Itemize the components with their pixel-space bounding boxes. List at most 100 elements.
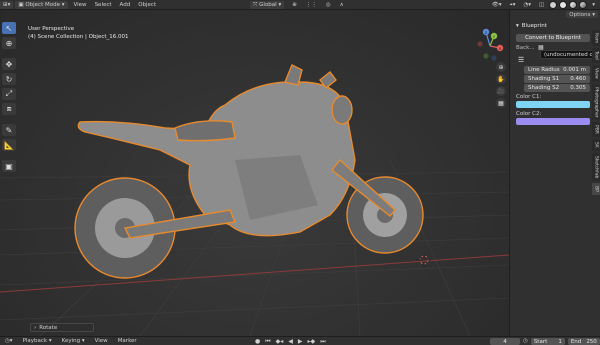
field-label: Shading S1 xyxy=(528,76,560,82)
motorcycle-model xyxy=(74,64,424,279)
pivot-icon[interactable]: ⊕ xyxy=(289,1,300,9)
viewport-header: ⊞▾ ▣ Object Mode ▾ View Select Add Objec… xyxy=(0,0,600,10)
move-icon[interactable]: ✥ xyxy=(2,58,16,70)
transform-icon[interactable]: ⧈ xyxy=(2,103,16,115)
orientation-label: Global xyxy=(259,2,277,8)
blueprint-panel-header[interactable]: ▾ Blueprint xyxy=(516,23,547,29)
menu-view[interactable]: View xyxy=(90,338,113,344)
3d-cursor xyxy=(417,253,431,267)
color-c1-swatch[interactable] xyxy=(516,101,590,108)
3d-viewport[interactable]: User Perspective (4) Scene Collection | … xyxy=(0,10,509,336)
rotate-icon[interactable]: ↻ xyxy=(2,73,16,85)
menu-object[interactable]: Object xyxy=(134,1,160,9)
back-label: Back... xyxy=(516,45,535,51)
menu-playback[interactable]: Playback ▾ xyxy=(18,338,57,344)
jump-next-key-icon[interactable]: ▸◆ xyxy=(308,338,316,345)
chevron-down-icon: ▾ xyxy=(590,11,595,18)
add-cube-icon[interactable]: ▣ xyxy=(2,160,16,172)
options-button[interactable]: Options ▾ xyxy=(566,11,598,18)
chevron-down-icon: ▾ xyxy=(516,23,519,29)
pan-hand-icon[interactable]: ✋ xyxy=(496,74,506,84)
mode-selector[interactable]: ▣ Object Mode ▾ xyxy=(15,0,68,9)
current-frame-field[interactable]: 4 xyxy=(490,338,520,345)
shading-s1-field[interactable]: Shading S1 0.460 xyxy=(524,75,590,83)
play-reverse-icon[interactable]: ◀ xyxy=(288,338,293,345)
color-c1-label: Color C1: xyxy=(516,94,542,100)
field-value: 0.460 xyxy=(570,76,586,82)
color-c2-label: Color C2: xyxy=(516,111,542,117)
solid-shading-icon[interactable] xyxy=(559,1,568,9)
viewport-shading-controls: 👁▾ ⌖▾ ◔▾ ◫ ▾ xyxy=(489,1,598,9)
end-frame-field[interactable]: End 250 xyxy=(567,338,600,345)
camera-icon[interactable]: 🎥 xyxy=(496,86,506,96)
mode-label: Object Mode xyxy=(25,1,60,8)
play-icon[interactable]: ▶ xyxy=(298,338,303,345)
shading-options-icon[interactable]: ▾ xyxy=(589,1,598,9)
clock-icon[interactable]: ◷ xyxy=(523,338,528,345)
chevron-right-icon: › xyxy=(34,324,37,331)
measure-icon[interactable]: 📐 xyxy=(2,139,16,151)
record-icon[interactable]: ● xyxy=(255,338,260,345)
jump-prev-key-icon[interactable]: ◆◂ xyxy=(276,338,284,345)
jump-end-icon[interactable]: ⏭ xyxy=(320,338,325,345)
object-mode-icon: ▣ xyxy=(18,1,26,8)
sidebar-panel: Options ▾ ▾ Blueprint Convert to Bluepri… xyxy=(509,10,600,336)
timeline-editor-icon[interactable]: ◷▾ xyxy=(0,338,18,344)
proportional-edit-icon[interactable]: ◎ xyxy=(323,1,334,9)
start-value: 1 xyxy=(558,338,562,345)
sidebar-tab-view[interactable]: View xyxy=(592,65,600,82)
menu-view[interactable]: View xyxy=(70,1,91,9)
last-operator-label: Rotate xyxy=(39,324,58,331)
menu-marker[interactable]: Marker xyxy=(113,338,142,344)
xray-icon[interactable]: ◫ xyxy=(536,1,547,9)
visibility-icon[interactable]: 👁▾ xyxy=(489,1,505,9)
convert-to-blueprint-button[interactable]: Convert to Blueprint xyxy=(516,34,590,42)
gizmo-toggle-icon[interactable]: ⌖▾ xyxy=(507,1,519,9)
sidebar-tab-sk[interactable]: SK xyxy=(592,139,600,152)
sidebar-tab-tool[interactable]: Tool xyxy=(592,48,600,63)
list-icon[interactable]: ☰ xyxy=(518,56,524,64)
sidebar-tab-pbr[interactable]: PBR xyxy=(592,122,600,138)
rendered-shading-icon[interactable] xyxy=(579,1,588,9)
menu-add[interactable]: Add xyxy=(116,1,135,9)
timeline-header: ◷▾ Playback ▾ Keying ▾ View Marker ● ⏮ ◆… xyxy=(0,336,600,345)
wireframe-shading-icon[interactable] xyxy=(549,1,558,9)
transform-controls: ⤧ Global ▾ ⊕ ⋮⋮ ◎ ∧ xyxy=(250,1,347,9)
x-axis-line xyxy=(0,254,509,293)
cursor-icon[interactable]: ⊕ xyxy=(2,37,16,49)
menu-keying[interactable]: Keying ▾ xyxy=(57,338,90,344)
transform-orientation-selector[interactable]: ⤧ Global ▾ xyxy=(250,1,285,9)
menu-playback-label: Playback xyxy=(22,338,48,344)
sidebar-tab-item[interactable]: Item xyxy=(592,30,600,47)
overlay-icon[interactable]: ◔▾ xyxy=(520,1,534,9)
grid-icon[interactable]: ▦ xyxy=(496,98,506,108)
zoom-icon[interactable]: ⊕ xyxy=(496,62,506,72)
falloff-icon[interactable]: ∧ xyxy=(337,1,347,9)
jump-start-icon[interactable]: ⏮ xyxy=(265,338,270,345)
sidebar-tab-bp[interactable]: BP xyxy=(592,183,600,196)
sidebar-tab-sketchfab[interactable]: Sketchfab xyxy=(592,153,600,182)
start-frame-field[interactable]: Start 1 xyxy=(530,338,565,345)
scale-icon[interactable]: ⤢ xyxy=(2,88,16,100)
field-label: Shading S2 xyxy=(528,85,560,91)
select-box-icon[interactable]: ↖ xyxy=(2,22,16,34)
sidebar-tab-photographer[interactable]: Photographer xyxy=(592,83,600,121)
navigation-gizmo[interactable]: X Y Z xyxy=(472,28,508,64)
panel-title: Blueprint xyxy=(521,23,547,29)
last-operator-panel[interactable]: › Rotate xyxy=(30,323,94,332)
line-radius-field[interactable]: Line Radius 0.001 m xyxy=(524,66,590,74)
snap-icon[interactable]: ⋮⋮ xyxy=(303,1,320,9)
menu-keying-label: Keying xyxy=(61,338,81,344)
perspective-label: User Perspective xyxy=(28,26,75,32)
start-label: Start xyxy=(533,338,548,345)
material-shading-icon[interactable] xyxy=(569,1,578,9)
scene-canvas xyxy=(0,64,509,336)
color-c2-swatch[interactable] xyxy=(516,118,590,125)
menu-select[interactable]: Select xyxy=(91,1,116,9)
chevron-down-icon: ▾ xyxy=(276,2,282,8)
shading-s2-field[interactable]: Shading S2 0.305 xyxy=(524,84,590,92)
editor-type-button[interactable]: ⊞▾ xyxy=(0,0,14,9)
annotate-icon[interactable]: ✎ xyxy=(2,124,16,136)
